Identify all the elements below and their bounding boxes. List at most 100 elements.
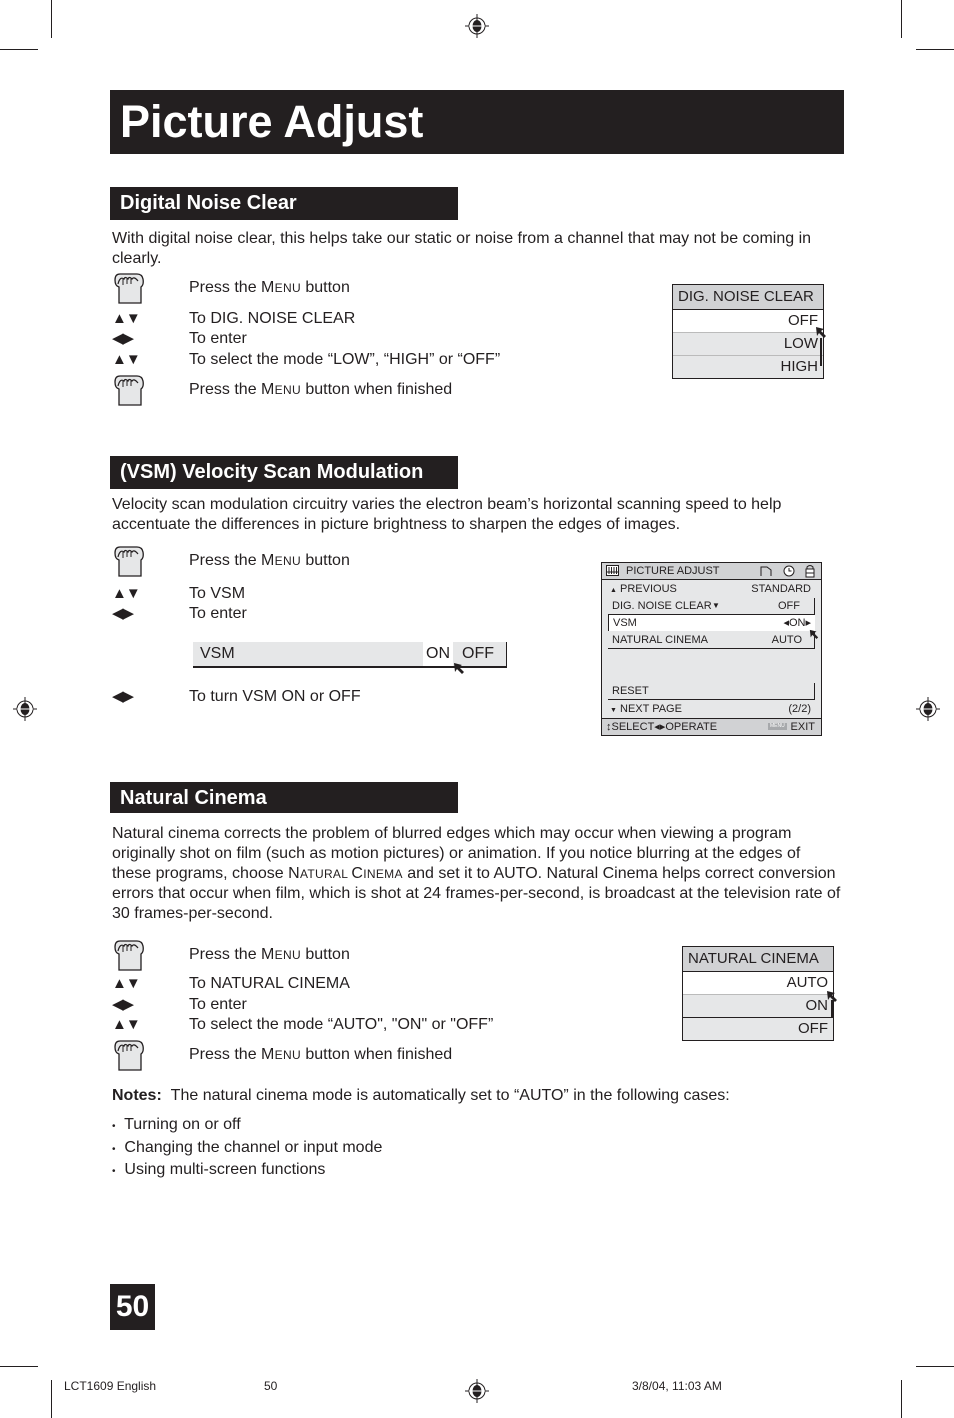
osd-header: NATURAL CINEMA (683, 947, 833, 972)
notes-text: The natural cinema mode is automatically… (170, 1087, 730, 1104)
osd-option-off[interactable]: OFF (673, 310, 823, 333)
notes-list: • Turning on or off • Changing the chann… (112, 1115, 382, 1183)
step-text: To select the mode “LOW”, “HIGH” or “OFF… (189, 351, 501, 368)
menu-item-label: VSM (613, 617, 637, 629)
page-number-badge: 50 (110, 1284, 155, 1330)
menu-item-value: OFF (778, 600, 800, 612)
hand-press-icon (112, 1039, 146, 1073)
crop-mark (0, 1366, 38, 1367)
dnc-step: Press the MENU button when finished (112, 375, 652, 406)
down-triangle-icon: ▼ (610, 707, 617, 714)
menu-row-next-page[interactable]: ▼ NEXT PAGE (2/2) (608, 701, 815, 717)
step-text: To select the mode “AUTO", "ON" or "OFF” (189, 1016, 494, 1033)
step-text: Press the MENU button when finished (189, 381, 453, 398)
previous-label: ▲ PREVIOUS (610, 581, 677, 599)
vsm-step: ◀▶ To enter (112, 604, 652, 624)
crop-mark (51, 1380, 52, 1418)
operate-text: OPERATE (665, 721, 718, 733)
dnc-description: With digital noise clear, this helps tak… (112, 230, 812, 267)
crop-mark (51, 0, 52, 38)
picture-settings-icon (606, 565, 619, 576)
vsm-step: ▲▼ To VSM (112, 584, 652, 604)
sound-icon (760, 566, 772, 576)
crop-mark (916, 1366, 954, 1367)
step-text: To turn VSM ON or OFF (189, 688, 361, 705)
hand-press-icon (112, 272, 146, 306)
osd-option-off[interactable]: OFF (683, 1018, 833, 1040)
previous-value: STANDARD (751, 583, 811, 595)
step-text: To VSM (189, 585, 246, 602)
next-page-label: ▼ NEXT PAGE (610, 701, 682, 719)
section-heading-digital-noise-clear: Digital Noise Clear (110, 187, 458, 220)
picture-adjust-menu-screen: PICTURE ADJUST ▲ PREVIOUS STANDARD DIG. … (601, 562, 822, 736)
submenu-arrow-icon: ▼ (712, 601, 720, 610)
left-right-arrows-icon: ◀▶ (112, 996, 134, 1013)
footer-page: 50 (264, 1379, 278, 1393)
up-down-arrows-icon: ▲▼ (112, 310, 141, 327)
dnc-step: ◀▶ To enter (112, 329, 652, 349)
nc-step: ▲▼ To NATURAL CINEMA (112, 974, 652, 994)
lock-icon (805, 565, 815, 578)
bullet-icon: • (112, 1166, 116, 1177)
nc-desc-smallcaps: NATURAL CINEMA (288, 865, 403, 882)
hand-press-icon (112, 545, 146, 579)
osd-option-auto[interactable]: AUTO (683, 972, 833, 995)
registration-mark-icon (13, 697, 37, 721)
vsm-option-off[interactable]: OFF (462, 642, 494, 666)
registration-mark-icon (916, 697, 940, 721)
step-text: Press the MENU button when finished (189, 1046, 453, 1063)
cursor-arrow-icon (816, 327, 826, 366)
step-text: Press the MENU button (189, 279, 350, 296)
menu-row-dig-noise-clear[interactable]: DIG. NOISE CLEAR ▼ OFF (608, 598, 815, 615)
registration-mark-icon (465, 14, 489, 38)
step-text: To enter (189, 330, 247, 347)
hand-press-icon (112, 939, 146, 973)
step-text: Press the MENU button (189, 552, 350, 569)
vsm-option-on[interactable]: ON (423, 642, 453, 666)
notes-list-item: • Changing the channel or input mode (112, 1138, 382, 1161)
hand-press-icon (112, 374, 146, 408)
menu-row-natural-cinema[interactable]: NATURAL CINEMA AUTO (608, 632, 815, 649)
page-title: Picture Adjust (120, 96, 424, 147)
vsm-bar-label: VSM (200, 645, 235, 662)
left-right-arrows-icon: ◀▶ (112, 605, 134, 622)
bullet-icon: • (112, 1121, 116, 1132)
menu-row-reset[interactable]: RESET (608, 683, 815, 700)
crop-mark (0, 49, 38, 50)
up-down-arrows-icon: ▲▼ (112, 585, 141, 602)
page-title-bar: Picture Adjust (110, 90, 844, 154)
left-right-arrows-icon: ◀▶ (112, 330, 134, 347)
dnc-step: Press the MENU button (112, 273, 652, 304)
section-heading-natural-cinema: Natural Cinema (110, 782, 458, 813)
up-down-arrows-icon: ▲▼ (112, 975, 141, 992)
menu-title: PICTURE ADJUST (626, 565, 720, 577)
menu-footer-bar: ↕SELECT◂▸OPERATE MENU EXIT (602, 718, 821, 735)
dnc-step: ▲▼ To select the mode “LOW”, “HIGH” or “O… (112, 350, 652, 370)
previous-text: PREVIOUS (620, 583, 677, 595)
menu-row-vsm[interactable]: VSM ◂ON▸ (608, 615, 815, 631)
cursor-arrow-icon (454, 663, 464, 674)
step-text: Press the MENU button (189, 946, 350, 963)
section-heading-text: (VSM) Velocity Scan Modulation (120, 461, 424, 483)
nc-step: ◀▶ To enter (112, 995, 652, 1015)
up-down-arrows-icon: ▲▼ (112, 1016, 141, 1033)
reset-label: RESET (612, 685, 649, 697)
registration-mark-icon (465, 1379, 489, 1403)
notes-item-text: Changing the channel or input mode (124, 1138, 383, 1156)
step-text: To DIG. NOISE CLEAR (189, 310, 356, 327)
osd-option-high[interactable]: HIGH (673, 356, 823, 378)
section-heading-text: Natural Cinema (120, 787, 267, 809)
menu-item-label: NATURAL CINEMA (612, 634, 708, 646)
menu-row-previous[interactable]: ▲ PREVIOUS STANDARD (608, 581, 815, 597)
step-text: To NATURAL CINEMA (189, 975, 350, 992)
notes-list-item: • Turning on or off (112, 1115, 382, 1138)
up-triangle-icon: ▲ (610, 587, 617, 594)
next-page-text: NEXT PAGE (620, 703, 682, 715)
osd-header: DIG. NOISE CLEAR (673, 285, 823, 310)
bullet-icon: • (112, 1143, 116, 1155)
osd-option-on[interactable]: ON (683, 995, 833, 1018)
select-text: SELECT (611, 721, 655, 733)
exit-label[interactable]: EXIT (791, 719, 815, 735)
menu-title-bar: PICTURE ADJUST (602, 563, 821, 580)
osd-option-low[interactable]: LOW (673, 333, 823, 356)
